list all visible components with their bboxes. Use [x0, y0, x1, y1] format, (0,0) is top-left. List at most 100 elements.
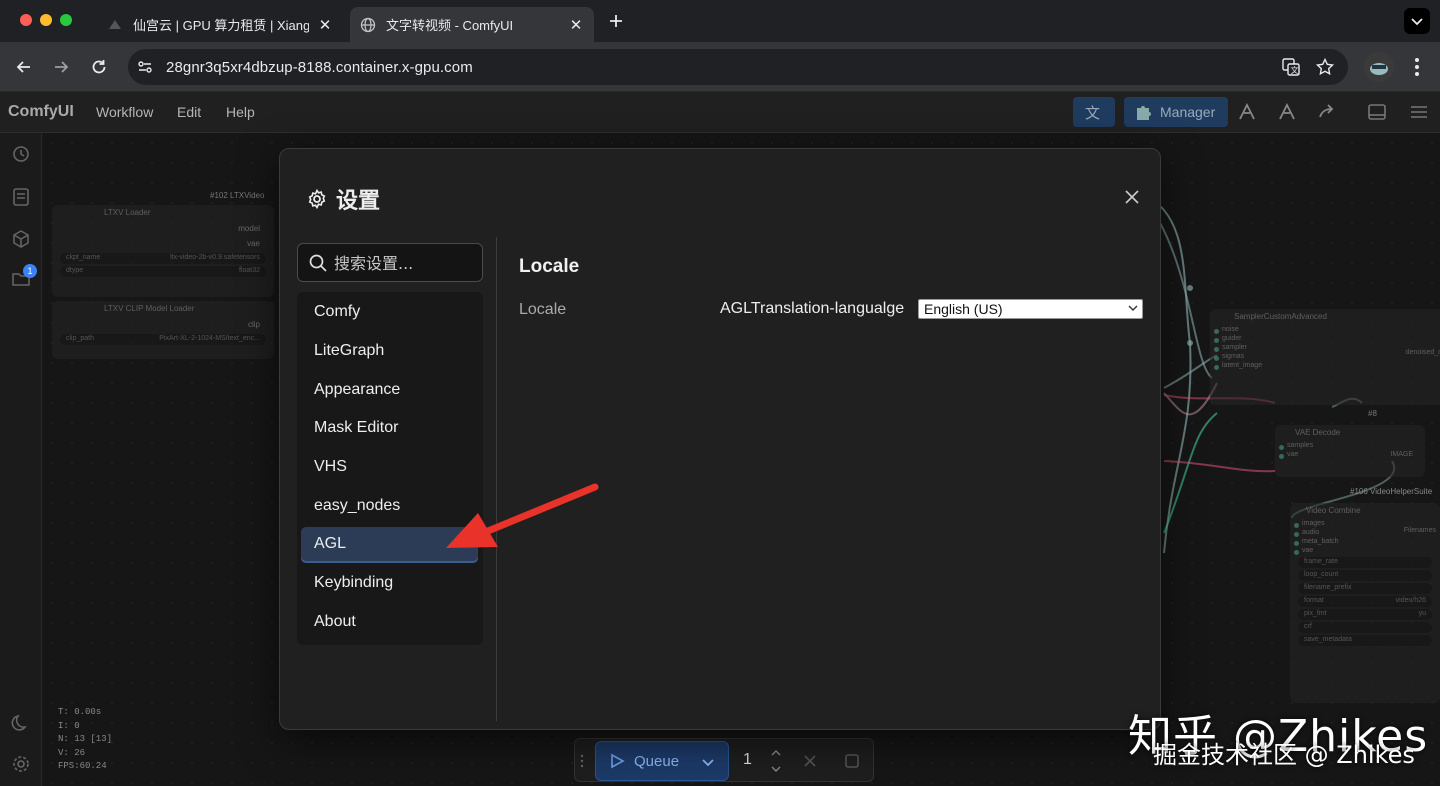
drag-handle-icon[interactable]: [579, 753, 585, 769]
url-text: 28gnr3q5xr4dbzup-8188.container.x-gpu.co…: [166, 58, 473, 76]
menu-edit[interactable]: Edit: [177, 104, 201, 120]
play-icon: [609, 753, 625, 769]
node-title: VAE Decode: [1295, 428, 1341, 437]
widget-crf[interactable]: crf: [1298, 622, 1432, 633]
video-combine-node[interactable]: Video Combine images audio meta_batch va…: [1290, 503, 1440, 703]
category-easy-nodes[interactable]: easy_nodes: [301, 489, 478, 525]
panel-toggle-icon[interactable]: [1366, 101, 1388, 123]
minimize-window-button[interactable]: [40, 14, 52, 26]
widget-ckpt-name[interactable]: ckpt_name ltx-video-2b-v0.9.safetensors: [60, 253, 266, 264]
vae-decode-node[interactable]: VAE Decode samples vae IMAGE: [1275, 425, 1425, 477]
queue-chevron-down-icon[interactable]: [698, 752, 718, 772]
share-arrow-icon[interactable]: [1316, 101, 1338, 123]
widget-loop-count[interactable]: loop_count: [1298, 570, 1432, 581]
browser-tab-comfyui[interactable]: 文字转视频 - ComfyUI ✕: [350, 7, 594, 42]
model-library-cube-icon[interactable]: [10, 228, 32, 250]
widget-pix-fmt[interactable]: pix_fmt yu: [1298, 609, 1432, 620]
search-icon: [308, 253, 328, 273]
node-title: LTXV CLIP Model Loader: [104, 304, 195, 313]
queue-button[interactable]: Queue: [595, 741, 729, 781]
input-vae: vae: [1290, 546, 1440, 555]
stat-time: T: 0.00s: [58, 707, 102, 717]
gear-icon: [306, 188, 328, 210]
section-title: Locale: [519, 256, 580, 277]
widget-filename-prefix[interactable]: filename_prefix: [1298, 583, 1432, 594]
category-about[interactable]: About: [301, 605, 478, 641]
new-tab-plus-icon[interactable]: [606, 11, 626, 31]
menu-workflow[interactable]: Workflow: [96, 104, 153, 120]
input-latent-image: latent_image: [1210, 361, 1440, 370]
site-settings-icon[interactable]: [136, 58, 154, 76]
reload-icon[interactable]: [86, 54, 112, 80]
category-comfy[interactable]: Comfy: [301, 295, 478, 331]
settings-gear-icon[interactable]: [10, 753, 32, 775]
setting-key-label: AGLTranslation-langualge: [720, 300, 905, 317]
input-samples: samples: [1275, 441, 1425, 450]
node-title: LTXV Loader: [104, 208, 151, 217]
browser-tab-xiangongyun[interactable]: 仙宫云 | GPU 算力租赁 | Xiang ✕: [97, 7, 343, 42]
input-meta-batch: meta_batch: [1290, 537, 1440, 546]
hamburger-menu-icon[interactable]: [1408, 101, 1430, 123]
settings-category-list: Comfy LiteGraph Appearance Mask Editor V…: [297, 292, 483, 645]
watermark-juejin: 掘金技术社区 @ Zhikes: [1153, 741, 1415, 769]
translate-icon[interactable]: 文: [1281, 57, 1301, 77]
category-agl[interactable]: AGL: [301, 527, 478, 563]
output-denoised: denoised_o: [1405, 349, 1440, 356]
profile-avatar[interactable]: [1364, 52, 1394, 82]
stat-v: V: 26: [58, 747, 86, 758]
browser-menu-kebab-icon[interactable]: [1407, 55, 1427, 79]
tab-close-icon[interactable]: ✕: [568, 17, 584, 34]
bookmark-star-icon[interactable]: [1315, 57, 1335, 77]
input-noise: noise: [1210, 325, 1440, 334]
puzzle-icon: [1134, 102, 1154, 122]
manager-button[interactable]: Manager: [1124, 97, 1228, 127]
category-mask-editor[interactable]: Mask Editor: [301, 411, 478, 447]
share-nodes-icon[interactable]: [1236, 101, 1258, 123]
close-dialog-icon[interactable]: [1122, 187, 1142, 207]
category-vhs[interactable]: VHS: [301, 450, 478, 486]
search-input[interactable]: [334, 252, 478, 274]
tab-close-icon[interactable]: ✕: [317, 17, 333, 34]
tab-favicon-icon: [107, 17, 127, 33]
node-id-tag: #106 VideoHelperSuite: [1350, 487, 1433, 496]
close-window-button[interactable]: [20, 14, 32, 26]
share-nodes-alt-icon[interactable]: [1276, 101, 1298, 123]
notification-badge: 1: [23, 264, 37, 278]
sampler-custom-advanced-node[interactable]: SamplerCustomAdvanced noise guider sampl…: [1210, 309, 1440, 405]
node-library-icon[interactable]: [10, 186, 32, 208]
workflows-folder-icon[interactable]: 1: [10, 264, 37, 289]
widget-format[interactable]: format video/h26: [1298, 596, 1432, 607]
category-keybinding[interactable]: Keybinding: [301, 566, 478, 602]
translate-toggle-button[interactable]: 文: [1073, 97, 1115, 127]
language-select[interactable]: English (US): [918, 299, 1143, 319]
settings-search-field[interactable]: [297, 243, 483, 282]
address-bar[interactable]: 28gnr3q5xr4dbzup-8188.container.x-gpu.co…: [128, 49, 1348, 85]
back-arrow-icon[interactable]: [11, 54, 37, 80]
output-image: IMAGE: [1390, 451, 1413, 458]
category-appearance[interactable]: Appearance: [301, 373, 478, 409]
history-icon[interactable]: [10, 143, 32, 165]
settings-title: 设置: [306, 183, 380, 215]
node-id-tag: #102 LTXVideo: [210, 191, 265, 200]
widget-dtype[interactable]: dtype float32: [60, 266, 266, 277]
widget-clip-path[interactable]: clip_path PixArt-XL-2-1024-MS/text_enc...: [60, 334, 266, 345]
widget-save-metadata[interactable]: save_metadata: [1298, 635, 1432, 646]
forward-arrow-icon[interactable]: [48, 54, 74, 80]
ltxv-loader-node[interactable]: LTXV Loader model vae ckpt_name ltx-video…: [52, 205, 274, 297]
input-guider: guider: [1210, 334, 1440, 343]
tab-search-chevron-down-icon[interactable]: [1404, 8, 1430, 34]
stop-square-icon[interactable]: [843, 752, 861, 770]
theme-moon-icon[interactable]: [10, 712, 32, 734]
panel-divider: [496, 237, 497, 721]
batch-count-input[interactable]: 1: [743, 751, 752, 769]
widget-frame-rate[interactable]: frame_rate: [1298, 557, 1432, 568]
menu-help[interactable]: Help: [226, 104, 255, 120]
batch-stepper[interactable]: [769, 745, 783, 777]
ltxv-clip-loader-node[interactable]: LTXV CLIP Model Loader clip clip_path Pix…: [52, 301, 274, 359]
cancel-x-icon[interactable]: [801, 752, 819, 770]
stat-i: I: 0: [58, 720, 80, 731]
language-select-value: English (US): [924, 301, 1003, 317]
globe-icon: [360, 17, 378, 33]
maximize-window-button[interactable]: [60, 14, 72, 26]
category-litegraph[interactable]: LiteGraph: [301, 334, 478, 370]
